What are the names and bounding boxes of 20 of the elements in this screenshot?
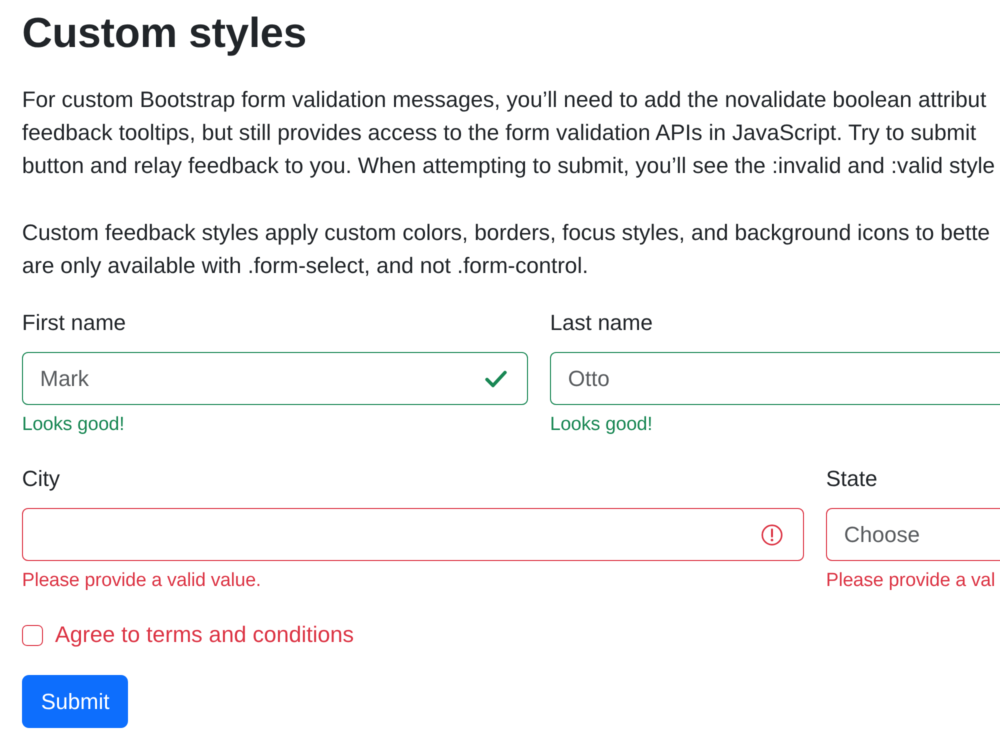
checkmark-icon <box>485 370 507 388</box>
submit-button[interactable]: Submit <box>22 675 128 728</box>
field-label: City <box>22 465 60 493</box>
field-label: Last name <box>550 309 653 337</box>
page-heading: Custom styles <box>22 9 306 57</box>
validation-message: Looks good! <box>22 413 124 437</box>
city-input[interactable] <box>22 508 804 561</box>
checkbox-label[interactable]: Agree to terms and conditions <box>55 620 354 650</box>
description-paragraph: For custom Bootstrap form validation messages, you’ll need to add the novalidate boolean attribut feedback tooltips, but still provides access to the form validation APIs in JavaScript. Try to submit button and relay feedback to you. When attempting to submit, you’ll see the :invalid and :valid style <box>22 86 995 180</box>
field-label: First name <box>22 309 126 337</box>
first-name-input[interactable]: Mark <box>22 352 528 405</box>
validation-message: Looks good! <box>550 413 652 437</box>
state-select[interactable]: Choose <box>826 508 1000 561</box>
description-paragraph: Custom feedback styles apply custom colors, borders, focus styles, and background icons to bette are only available with .form-select, and not .form-control. <box>22 219 990 280</box>
last-name-input[interactable]: Otto <box>550 352 1000 405</box>
alert-circle-icon <box>761 524 783 546</box>
field-label: State <box>826 465 878 493</box>
terms-checkbox[interactable] <box>22 624 43 646</box>
validation-message: Please provide a val <box>826 569 996 593</box>
validation-message: Please provide a valid value. <box>22 569 261 593</box>
